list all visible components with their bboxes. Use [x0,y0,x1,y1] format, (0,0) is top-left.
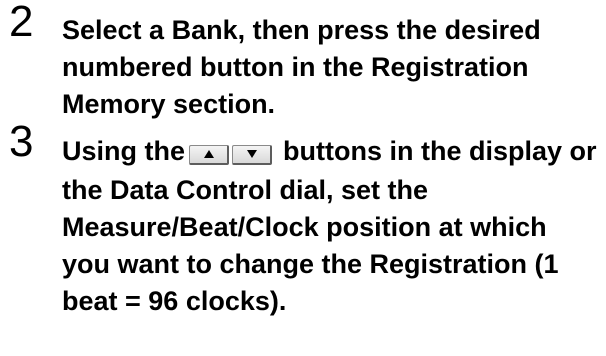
up-down-buttons [189,135,275,172]
step-number: 2 [9,0,34,46]
step-instruction: Using the buttons in the display or the D… [62,133,602,320]
up-button[interactable] [189,144,230,165]
step-instruction: Select a Bank, then press the desired nu… [62,15,541,119]
down-triangle-icon [246,150,257,159]
step-number: 3 [9,117,34,166]
down-button[interactable] [232,144,273,165]
instruction-text-before: Using the [62,136,186,166]
up-triangle-icon [203,150,214,159]
